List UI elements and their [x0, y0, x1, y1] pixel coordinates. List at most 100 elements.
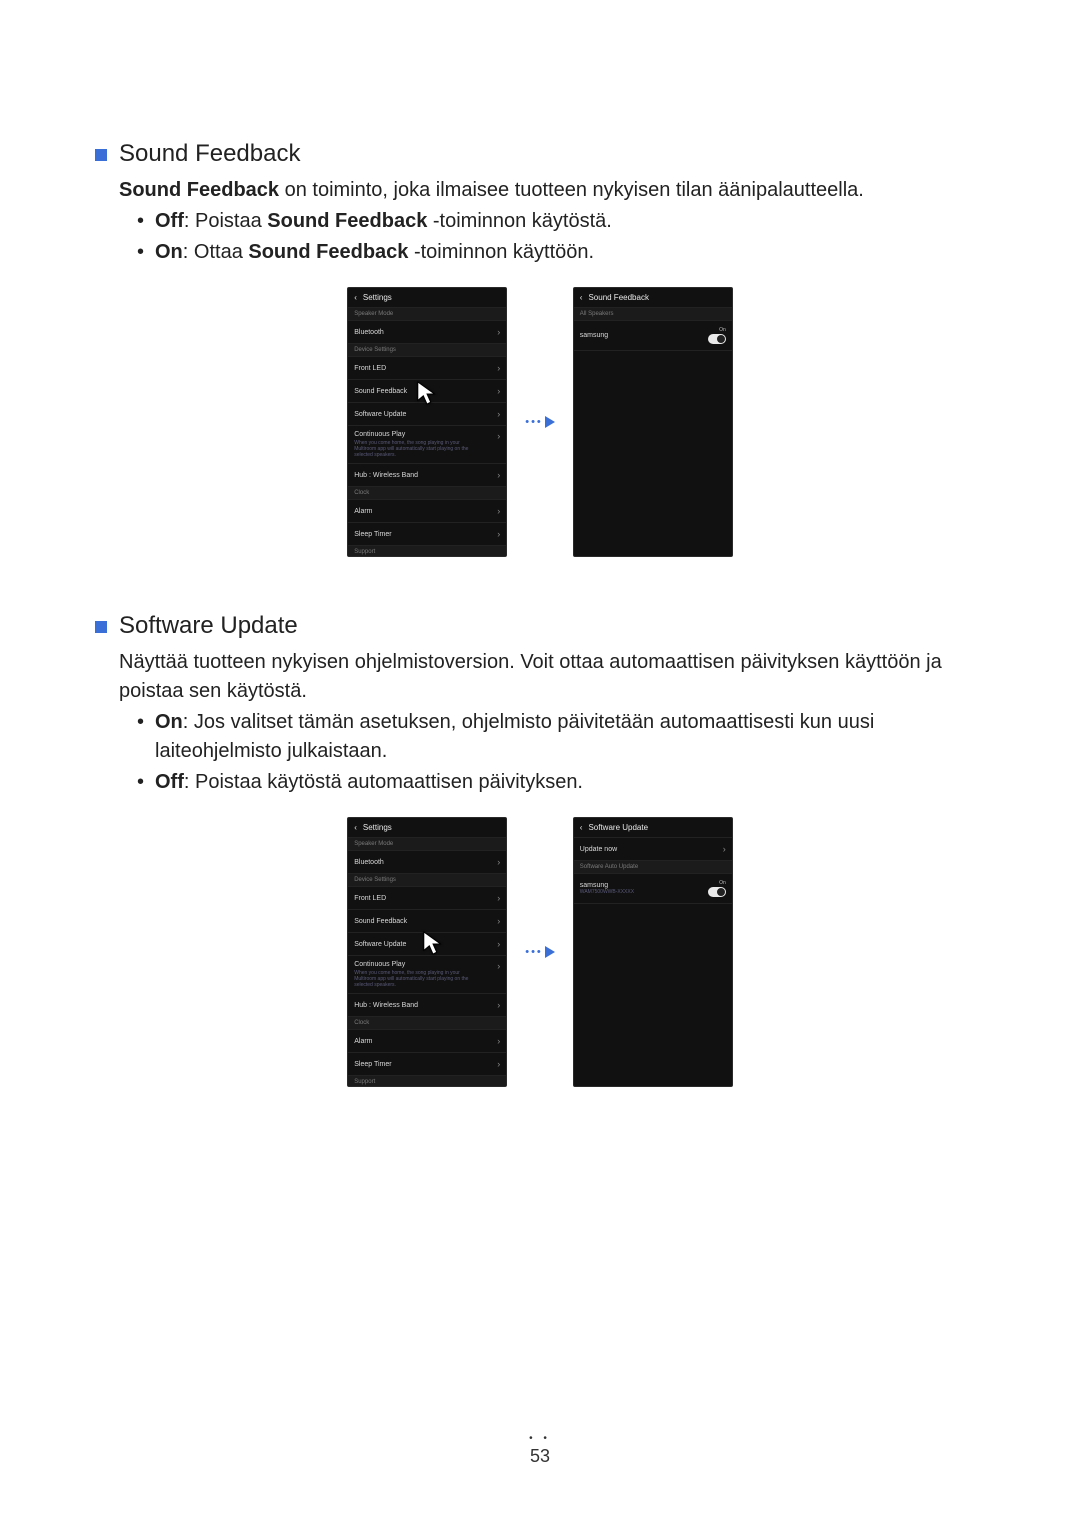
section-label: Device Settings	[348, 344, 506, 357]
dots-icon: •••	[525, 946, 543, 958]
section-title: Sound Feedback	[119, 140, 300, 168]
row-subtitle: When you come home, the song playing in …	[354, 970, 474, 988]
phone-title: Software Update	[588, 823, 648, 832]
text: : Ottaa	[183, 241, 249, 263]
phone-header[interactable]: ‹ Settings	[348, 288, 506, 308]
toggle-wrap: On	[708, 327, 726, 344]
chevron-right-icon: ›	[497, 327, 500, 337]
section-label: Clock	[348, 1017, 506, 1030]
phone-settings: ‹ Settings Speaker Mode Bluetooth › Devic…	[347, 287, 507, 557]
toggle-switch[interactable]	[708, 334, 726, 344]
bold-text: Off	[155, 210, 184, 232]
row-software-update[interactable]: Software Update›	[348, 403, 506, 426]
page-footer: • • 53	[0, 1433, 1080, 1467]
dots-icon: •••	[525, 416, 543, 428]
chevron-right-icon: ›	[497, 939, 500, 949]
text: : Jos valitset tämän asetuksen, ohjelmis…	[155, 711, 874, 762]
row-auto-update-toggle[interactable]: samsung WAM7500WWB-XXXXX On	[574, 874, 732, 904]
phone-header[interactable]: ‹ Sound Feedback	[574, 288, 732, 308]
row-label: Bluetooth	[354, 859, 384, 866]
section-label: Speaker Mode	[348, 308, 506, 321]
list-item: Off: Poistaa käytöstä automaattisen päiv…	[137, 768, 985, 797]
phone-settings: ‹ Settings Speaker Mode Bluetooth› Devic…	[347, 817, 507, 1087]
phone-title: Settings	[363, 823, 392, 832]
chevron-right-icon: ›	[497, 857, 500, 867]
chevron-right-icon: ›	[497, 1036, 500, 1046]
row-sleep-timer[interactable]: Sleep Timer›	[348, 1053, 506, 1076]
chevron-right-icon: ›	[497, 893, 500, 903]
row-sleep-timer[interactable]: Sleep Timer ›	[348, 523, 506, 546]
row-speaker-toggle[interactable]: samsung On	[574, 321, 732, 351]
row-update-now[interactable]: Update now›	[574, 838, 732, 861]
text: : Poistaa käytöstä automaattisen päivity…	[184, 771, 583, 793]
toggle-state-label: On	[719, 327, 726, 333]
section-header: Software Update	[95, 612, 985, 640]
chevron-right-icon: ›	[497, 386, 500, 396]
phone-header[interactable]: ‹ Settings	[348, 818, 506, 838]
phone-header[interactable]: ‹ Software Update	[574, 818, 732, 838]
section-label: Device Settings	[348, 874, 506, 887]
row-alarm[interactable]: Alarm›	[348, 1030, 506, 1053]
row-hub[interactable]: Hub : Wireless Band›	[348, 464, 506, 487]
row-sound-feedback[interactable]: Sound Feedback›	[348, 380, 506, 403]
square-bullet-icon	[95, 149, 107, 161]
row-bluetooth[interactable]: Bluetooth ›	[348, 321, 506, 344]
phone-title: Settings	[363, 293, 392, 302]
row-continuous-play[interactable]: Continuous Play When you come home, the …	[348, 426, 506, 464]
arrow-connector: •••	[525, 946, 555, 958]
row-label: Sleep Timer	[354, 531, 391, 538]
back-icon[interactable]: ‹	[580, 823, 583, 832]
bullet-list: On: Jos valitset tämän asetuksen, ohjelm…	[119, 708, 985, 797]
phone-sound-feedback: ‹ Sound Feedback All Speakers samsung On	[573, 287, 733, 557]
page-number: 53	[530, 1446, 550, 1466]
text: on toiminto, joka ilmaisee tuotteen nyky…	[279, 179, 864, 201]
bullet-list: Off: Poistaa Sound Feedback -toiminnon k…	[119, 207, 985, 267]
square-bullet-icon	[95, 621, 107, 633]
screenshot-row: ‹ Settings Speaker Mode Bluetooth › Devic…	[95, 287, 985, 557]
screenshot-row: ‹ Settings Speaker Mode Bluetooth› Devic…	[95, 817, 985, 1087]
bold-text: Sound Feedback	[267, 210, 427, 232]
chevron-right-icon: ›	[497, 529, 500, 539]
row-label: Continuous Play When you come home, the …	[354, 431, 474, 458]
row-label: Front LED	[354, 895, 386, 902]
list-item: On: Ottaa Sound Feedback -toiminnon käyt…	[137, 238, 985, 267]
back-icon[interactable]: ‹	[354, 293, 357, 302]
row-label: Sound Feedback	[354, 918, 407, 925]
text: -toiminnon käytöstä.	[427, 210, 612, 232]
section-label: All Speakers	[574, 308, 732, 321]
chevron-right-icon: ›	[497, 1000, 500, 1010]
section-label: Software Auto Update	[574, 861, 732, 874]
back-icon[interactable]: ‹	[580, 293, 583, 302]
row-hub[interactable]: Hub : Wireless Band›	[348, 994, 506, 1017]
row-label: samsung WAM7500WWB-XXXXX	[580, 882, 634, 895]
toggle-switch[interactable]	[708, 887, 726, 897]
row-label: Update now	[580, 846, 617, 853]
row-front-led[interactable]: Front LED ›	[348, 887, 506, 910]
row-label: Bluetooth	[354, 329, 384, 336]
chevron-right-icon: ›	[497, 470, 500, 480]
phone-title: Sound Feedback	[588, 293, 649, 302]
row-continuous-play[interactable]: Continuous Play When you come home, the …	[348, 956, 506, 994]
arrow-connector: •••	[525, 416, 555, 428]
row-bluetooth[interactable]: Bluetooth ›	[348, 851, 506, 874]
row-serial: WAM7500WWB-XXXXX	[580, 889, 634, 895]
row-front-led[interactable]: Front LED›	[348, 357, 506, 380]
chevron-right-icon: ›	[497, 916, 500, 926]
description-block: Sound Feedback on toiminto, joka ilmaise…	[95, 176, 985, 267]
row-sound-feedback[interactable]: Sound Feedback ›	[348, 910, 506, 933]
row-alarm[interactable]: Alarm›	[348, 500, 506, 523]
back-icon[interactable]: ‹	[354, 823, 357, 832]
chevron-right-icon: ›	[497, 409, 500, 419]
row-subtitle: When you come home, the song playing in …	[354, 440, 474, 458]
section-header: Sound Feedback	[95, 140, 985, 168]
bold-text: Off	[155, 771, 184, 793]
text: : Poistaa	[184, 210, 267, 232]
bold-text: Sound Feedback	[248, 241, 408, 263]
bold-text: On	[155, 241, 183, 263]
row-label: Front LED	[354, 365, 386, 372]
row-label: Continuous Play When you come home, the …	[354, 961, 474, 988]
description-line: Sound Feedback on toiminto, joka ilmaise…	[119, 176, 985, 205]
description-block: Näyttää tuotteen nykyisen ohjelmistovers…	[95, 648, 985, 797]
row-software-update[interactable]: Software Update›	[348, 933, 506, 956]
row-title: Continuous Play	[354, 961, 405, 968]
